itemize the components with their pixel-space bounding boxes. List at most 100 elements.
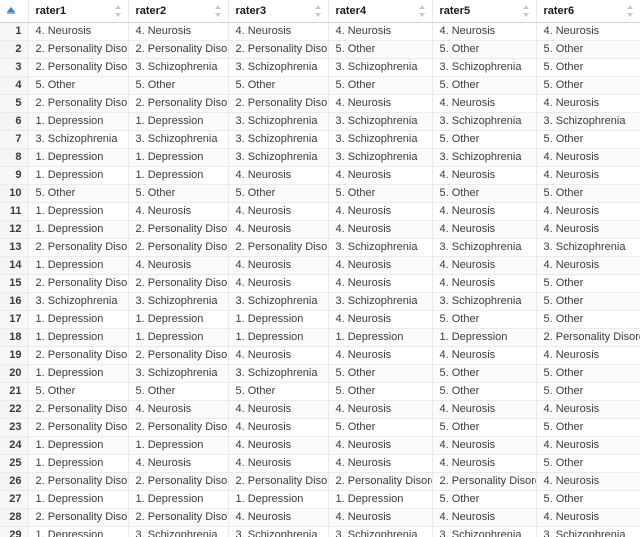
column-header-rater4[interactable]: rater4 [328, 0, 433, 23]
table-row[interactable]: 9 1. Depression 1. Depression 4. Neurosis 4.… [0, 166, 640, 185]
table-row[interactable]: 222. Personality Disorder4. Neurosis4. N… [0, 400, 640, 419]
cell-rater6: 5. Other [536, 274, 640, 293]
cell-rater5: 4. Neurosis [432, 166, 537, 185]
column-header-rater5[interactable]: rater5 [432, 0, 537, 23]
table-row[interactable]: 10 5. Other 5. Other 5. Other 5. Other 5. Oth… [0, 184, 640, 203]
ratings-data-table: rater1 rater2 rater3 rater4 rater5 rater… [0, 0, 640, 537]
cell-rater4: 5. Other [328, 184, 433, 203]
row-index-header[interactable] [0, 0, 29, 23]
cell-rater3: 4. Neurosis [228, 400, 329, 419]
cell-rater1: 2. Personality Disorder [28, 400, 129, 419]
cell-rater3: 4. Neurosis [228, 274, 329, 293]
column-header-label: rater3 [235, 4, 267, 17]
column-header-label: rater2 [135, 4, 167, 17]
cell-rater4: 4. Neurosis [328, 202, 433, 221]
sort-ascending-icon [7, 6, 15, 14]
row-index-cell: 18 [0, 328, 29, 347]
cell-rater6: 4. Neurosis [536, 472, 640, 491]
cell-rater3: 5. Other [228, 76, 329, 95]
cell-rater3: 2. Personality Disorder [228, 472, 329, 491]
row-index-cell: 17 [0, 310, 29, 329]
table-row[interactable]: 27 1. Depression 1. Depression 1. Depressio… [0, 490, 640, 509]
cell-rater3: 3. Schizophrenia [228, 58, 329, 77]
cell-rater6: 4. Neurosis [536, 346, 640, 365]
cell-rater5: 4. Neurosis [432, 22, 537, 41]
column-header-label: rater6 [543, 4, 575, 17]
table-row[interactable]: 16 3. Schizophrenia 3. Schizophrenia 3. Sch… [0, 292, 640, 311]
table-row[interactable]: 232. Personality Disorder2. Personality … [0, 418, 640, 437]
sort-updown-icon[interactable] [627, 4, 634, 17]
cell-rater4: 4. Neurosis [328, 166, 433, 185]
cell-rater3: 4. Neurosis [228, 220, 329, 239]
row-index-cell: 11 [0, 202, 29, 221]
header-row: rater1 rater2 rater3 rater4 rater5 rater… [0, 0, 640, 23]
row-index-cell: 23 [0, 418, 29, 437]
cell-rater3: 2. Personality Disorder [228, 238, 329, 257]
cell-rater2: 2. Personality Disorder [128, 40, 229, 59]
cell-rater3: 2. Personality Disorder [228, 94, 329, 113]
row-index-cell: 10 [0, 184, 29, 203]
cell-rater2: 1. Depression [128, 436, 229, 455]
cell-rater2: 2. Personality Disorder [128, 472, 229, 491]
table-row[interactable]: 24 1. Depression 1. Depression 4. Neurosis 4… [0, 436, 640, 455]
table-row[interactable]: 6 1. Depression 1. Depression 3. Schizophre… [0, 112, 640, 131]
cell-rater6: 5. Other [536, 454, 640, 473]
cell-rater2: 1. Depression [128, 112, 229, 131]
sort-updown-icon[interactable] [114, 4, 122, 17]
row-index-cell: 26 [0, 472, 29, 491]
row-index-cell: 19 [0, 346, 29, 365]
cell-rater6: 5. Other [536, 184, 640, 203]
column-header-rater6[interactable]: rater6 [536, 0, 640, 23]
cell-rater5: 3. Schizophrenia [432, 112, 537, 131]
sort-updown-icon[interactable] [314, 4, 322, 17]
sort-updown-icon[interactable] [214, 4, 222, 17]
row-index-cell: 9 [0, 166, 29, 185]
cell-rater4: 3. Schizophrenia [328, 148, 433, 167]
cell-rater5: 5. Other [432, 310, 537, 329]
column-header-rater3[interactable]: rater3 [228, 0, 329, 23]
table-row[interactable]: 21 5. Other 5. Other 5. Other 5. Other 5. Oth… [0, 382, 640, 401]
column-header-label: rater4 [335, 4, 367, 17]
table-row[interactable]: 11 1. Depression 4. Neurosis 4. Neurosis 4. … [0, 202, 640, 221]
cell-rater5: 3. Schizophrenia [432, 238, 537, 257]
table-row[interactable]: 192. Personality Disorder2. Personality … [0, 346, 640, 365]
table-row[interactable]: 132. Personality Disorder2. Personality … [0, 238, 640, 257]
table-row[interactable]: 17 1. Depression 1. Depression 1. Depressio… [0, 310, 640, 329]
sort-updown-icon[interactable] [522, 4, 530, 17]
cell-rater4: 3. Schizophrenia [328, 526, 433, 537]
cell-rater2: 4. Neurosis [128, 454, 229, 473]
cell-rater1: 2. Personality Disorder [28, 58, 129, 77]
table-row[interactable]: 1 4. Neurosis 4. Neurosis 4. Neurosis 4. Neu… [0, 22, 640, 41]
table-row[interactable]: 152. Personality Disorder2. Personality … [0, 274, 640, 293]
table-row[interactable]: 7 3. Schizophrenia 3. Schizophrenia 3. Schi… [0, 130, 640, 149]
table-row[interactable]: 18 1. Depression 1. Depression 1. Depressio… [0, 328, 640, 347]
table-row[interactable]: 22. Personality Disorder2. Personality D… [0, 40, 640, 59]
table-row[interactable]: 26 2. Personality Disorder2. Personality … [0, 472, 640, 491]
column-header-rater2[interactable]: rater2 [128, 0, 229, 23]
table-row[interactable]: 4 5. Other 5. Other 5. Other 5. Other 5. Othe… [0, 76, 640, 95]
cell-rater3: 1. Depression [228, 328, 329, 347]
cell-rater4: 1. Depression [328, 328, 433, 347]
column-header-rater1[interactable]: rater1 [28, 0, 129, 23]
table-row[interactable]: 8 1. Depression 1. Depression 3. Schizophre… [0, 148, 640, 167]
cell-rater4: 4. Neurosis [328, 274, 433, 293]
cell-rater4: 5. Other [328, 364, 433, 383]
cell-rater1: 1. Depression [28, 490, 129, 509]
cell-rater2: 4. Neurosis [128, 22, 229, 41]
cell-rater6: 5. Other [536, 310, 640, 329]
table-row[interactable]: 20 1. Depression 3. Schizophrenia 3. Schizo… [0, 364, 640, 383]
table-row[interactable]: 32. Personality Disorder3. Schizophrenia… [0, 58, 640, 77]
table-row[interactable]: 14 1. Depression 4. Neurosis 4. Neurosis 4. … [0, 256, 640, 275]
table-row[interactable]: 29 1. Depression 3. Schizophrenia 3. Schizo… [0, 526, 640, 537]
table-row[interactable]: 282. Personality Disorder2. Personality … [0, 508, 640, 527]
cell-rater4: 4. Neurosis [328, 400, 433, 419]
cell-rater2: 2. Personality Disorder [128, 220, 229, 239]
cell-rater4: 5. Other [328, 40, 433, 59]
cell-rater1: 2. Personality Disorder [28, 508, 129, 527]
sort-updown-icon[interactable] [418, 4, 426, 17]
table-row[interactable]: 25 1. Depression 4. Neurosis 4. Neurosis 4. … [0, 454, 640, 473]
table-row[interactable]: 52. Personality Disorder2. Personality D… [0, 94, 640, 113]
cell-rater5: 4. Neurosis [432, 436, 537, 455]
row-index-cell: 24 [0, 436, 29, 455]
table-row[interactable]: 121. Depression2. Personality Disorder4.… [0, 220, 640, 239]
